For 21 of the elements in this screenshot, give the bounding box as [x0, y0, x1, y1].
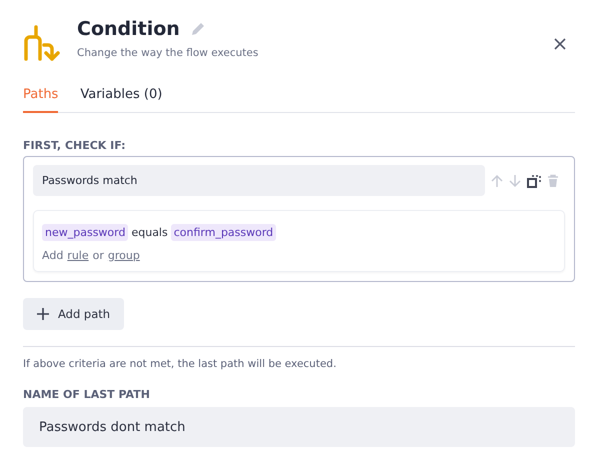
operator-text[interactable]: equals — [131, 226, 168, 239]
plus-icon — [37, 308, 49, 320]
panel-subtitle: Change the way the flow executes — [77, 47, 260, 59]
add-rule-link[interactable]: rule — [67, 249, 89, 262]
last-path-field[interactable]: Passwords dont match — [23, 407, 575, 447]
path-name-field[interactable]: Passwords match — [33, 165, 485, 196]
add-text: Add — [42, 249, 64, 262]
add-path-button[interactable]: Add path — [23, 298, 124, 330]
note-text: If above criteria are not met, the last path will be executed. — [23, 358, 338, 370]
pencil-icon[interactable] — [190, 21, 206, 37]
duplicate-icon[interactable] — [526, 172, 542, 188]
close-icon[interactable] — [554, 38, 566, 50]
panel-title: Condition — [77, 18, 180, 40]
field-label: NAME OF LAST PATH — [23, 388, 151, 401]
branch-arrow-icon — [23, 23, 63, 63]
variable-tag[interactable]: confirm_password — [170, 224, 276, 241]
tab[interactable]: Variables (0) — [80, 87, 162, 113]
or-text: or — [92, 249, 104, 262]
add-group-link[interactable]: group — [108, 249, 140, 262]
section-label: FIRST, CHECK IF: — [23, 139, 127, 152]
variable-tag[interactable]: new_password — [42, 224, 128, 241]
